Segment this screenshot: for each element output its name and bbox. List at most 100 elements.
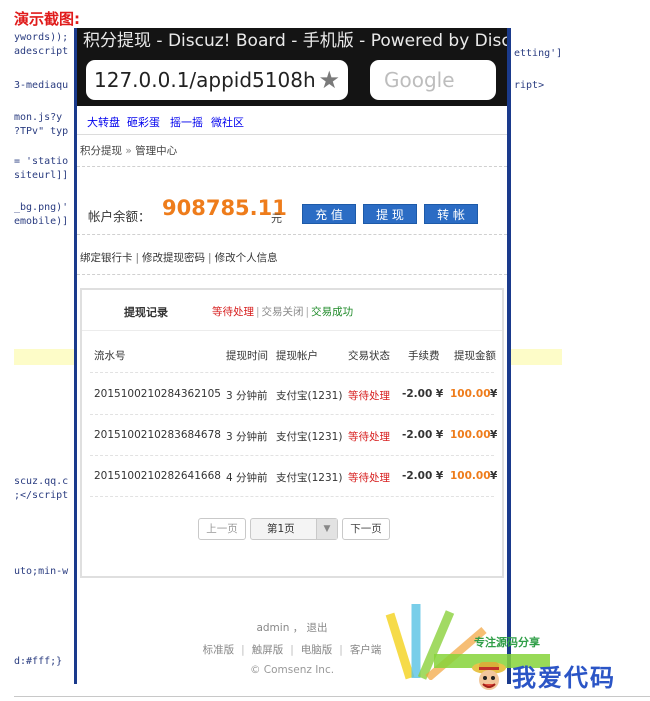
amount-cell: 100.00: [450, 470, 491, 482]
filter-closed[interactable]: 交易关闭: [262, 306, 304, 318]
time-cell: 3 分钟前: [226, 390, 268, 402]
code-line: ywords));: [14, 32, 69, 43]
bind-bank-card-link[interactable]: 绑定银行卡: [80, 252, 133, 264]
currency-cell: ¥: [490, 470, 498, 482]
watermark-brand: 我爱代码: [512, 663, 616, 692]
next-page-button[interactable]: 下一页: [342, 518, 390, 540]
browser-title: 积分提现 - Discuz! Board - 手机版 - Powered by …: [74, 28, 510, 54]
row-divider: [90, 372, 494, 373]
breadcrumb-current[interactable]: 管理中心: [135, 145, 177, 157]
nav-item-wheel[interactable]: 大转盘: [87, 114, 120, 130]
page-select-value: 第1页: [267, 523, 295, 535]
code-line: 3-mediaqu: [14, 80, 69, 91]
column-header-time: 提现时间: [226, 350, 268, 362]
nav-item-community[interactable]: 微社区: [211, 114, 244, 130]
change-withdraw-password-link[interactable]: 修改提现密码: [142, 252, 205, 264]
code-line: uto;min-w: [14, 566, 69, 577]
fee-cell: -2.00 ¥: [402, 429, 444, 441]
code-line: siteurl]]: [14, 170, 69, 181]
table-row: 2015100210282641668 4 分钟前 支付宝(1231) 等待处理…: [84, 456, 502, 496]
star-icon[interactable]: ★: [318, 68, 340, 92]
phone-screen: 积分提现 - Discuz! Board - 手机版 - Powered by …: [74, 28, 510, 684]
code-line: etting']: [514, 48, 563, 59]
code-line: adescript: [14, 46, 69, 57]
records-tabs: 提现记录 等待处理 | 交易关闭 | 交易成功: [82, 290, 502, 331]
fee-cell: -2.00 ¥: [402, 470, 444, 482]
phone-frame-left: [74, 28, 77, 684]
prev-page-button[interactable]: 上一页: [198, 518, 246, 540]
status-cell: 等待处理: [348, 390, 390, 402]
code-line: mon.js?y: [14, 112, 63, 123]
bottom-divider: [14, 696, 650, 697]
footer-user-separator: ，: [292, 622, 304, 634]
code-line: d:#fff;}: [14, 656, 63, 667]
logout-link[interactable]: 退出: [307, 622, 328, 634]
code-line: emobile)]: [14, 216, 69, 227]
records-title: 提现记录: [124, 306, 168, 319]
footer-link-client[interactable]: 客户端: [350, 644, 382, 656]
account-cell: 支付宝(1231): [276, 472, 343, 484]
breadcrumb: 积分提现 » 管理中心: [80, 143, 177, 158]
footer-link-standard[interactable]: 标准版: [203, 644, 235, 656]
phone-frame-right: [507, 28, 511, 684]
code-line: = 'statio: [14, 156, 69, 167]
recharge-button[interactable]: 充 值: [302, 204, 356, 224]
row-divider: [90, 496, 494, 497]
account-cell: 支付宝(1231): [276, 431, 343, 443]
footer-link-touch[interactable]: 触屏版: [252, 644, 284, 656]
top-nav: 大转盘 砸彩蛋 摇一摇 微社区: [77, 110, 507, 135]
table-row: 2015100210284362105 3 分钟前 支付宝(1231) 等待处理…: [84, 374, 502, 414]
edit-profile-link[interactable]: 修改个人信息: [215, 252, 278, 264]
divider: [77, 234, 507, 235]
search-placeholder: Google: [384, 68, 455, 92]
code-line: ;</script: [14, 490, 69, 501]
divider: [77, 166, 507, 167]
balance-unit: 元: [271, 212, 282, 225]
status-cell: 等待处理: [348, 431, 390, 443]
page-content: 大转盘 砸彩蛋 摇一摇 微社区 积分提现 » 管理中心 帐户余额： 908785…: [74, 106, 510, 684]
serial-cell: 2015100210284362105: [94, 388, 221, 400]
demo-label: 演示截图:: [14, 10, 80, 28]
account-links: 绑定银行卡 | 修改提现密码 | 修改个人信息: [80, 252, 278, 264]
code-line: scuz.qq.c: [14, 476, 69, 487]
code-line: ?TPv" typ: [14, 126, 69, 137]
serial-cell: 2015100210283684678: [94, 429, 221, 441]
url-field[interactable]: 127.0.0.1/appid5108hfu ★: [86, 60, 348, 100]
code-line: ript>: [514, 80, 545, 91]
watermark-slogan: 专注源码分享: [474, 636, 540, 649]
footer-link-desktop[interactable]: 电脑版: [301, 644, 333, 656]
url-text: 127.0.0.1/appid5108hfu: [94, 68, 316, 92]
transfer-button[interactable]: 转 帐: [424, 204, 478, 224]
serial-cell: 2015100210282641668: [94, 470, 221, 482]
status-cell: 等待处理: [348, 472, 390, 484]
balance-label: 帐户余额：: [88, 209, 151, 224]
column-header-account: 提现帐户: [276, 350, 318, 362]
code-line: _bg.png)': [14, 202, 69, 213]
breadcrumb-separator: »: [125, 145, 132, 157]
page-select[interactable]: 第1页 ▼: [250, 518, 338, 540]
filter-pending[interactable]: 等待处理: [212, 306, 254, 318]
column-header-serial: 流水号: [94, 350, 126, 362]
column-header-status: 交易状态: [348, 350, 390, 362]
straw-hat-avatar-icon: [472, 662, 506, 690]
filter-success[interactable]: 交易成功: [311, 306, 353, 318]
divider: [77, 274, 507, 275]
nav-item-eggs[interactable]: 砸彩蛋: [127, 114, 160, 130]
search-field[interactable]: Google: [370, 60, 496, 100]
nav-item-shake[interactable]: 摇一摇: [170, 114, 203, 130]
fee-cell: -2.00 ¥: [402, 388, 444, 400]
balance-amount: 908785.11: [162, 196, 287, 220]
amount-cell: 100.00: [450, 388, 491, 400]
withdraw-button[interactable]: 提 现: [363, 204, 417, 224]
chevron-down-icon: ▼: [316, 519, 337, 539]
time-cell: 3 分钟前: [226, 431, 268, 443]
column-header-fee: 手续费: [408, 350, 440, 362]
table-row: 2015100210283684678 3 分钟前 支付宝(1231) 等待处理…: [84, 415, 502, 455]
amount-cell: 100.00: [450, 429, 491, 441]
column-header-amount: 提现金额: [454, 350, 496, 362]
breadcrumb-home[interactable]: 积分提现: [80, 145, 122, 157]
time-cell: 4 分钟前: [226, 472, 268, 484]
currency-cell: ¥: [490, 388, 498, 400]
footer-username[interactable]: admin: [256, 622, 289, 634]
currency-cell: ¥: [490, 429, 498, 441]
